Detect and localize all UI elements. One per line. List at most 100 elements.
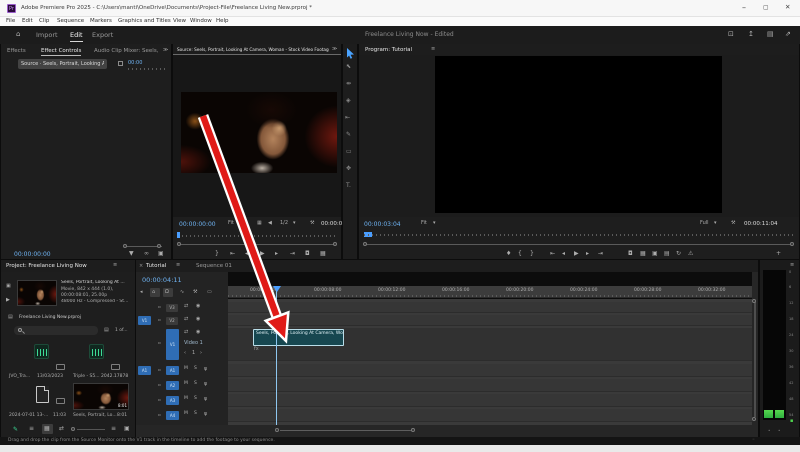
track-v1-header[interactable]: ▫ V1 ⇄ ◉ Video 1 ‹ 1 › bbox=[136, 328, 228, 361]
rect-tool[interactable]: ▭ bbox=[346, 149, 352, 155]
dropdown-icon[interactable]: ▾ bbox=[240, 221, 243, 226]
track-a3-header[interactable]: ▫ A3 M S ψ bbox=[136, 394, 228, 407]
program-zoom-right[interactable] bbox=[790, 242, 794, 246]
eye-icon[interactable]: ◉ bbox=[196, 317, 200, 322]
panel-menu-icon[interactable]: ≡ bbox=[790, 263, 794, 268]
track-target-v3[interactable]: V3 bbox=[166, 304, 178, 312]
program-scrubber[interactable] bbox=[364, 234, 794, 236]
grid-icon[interactable]: ▦ bbox=[257, 221, 262, 226]
tab-effect-controls[interactable]: Effect Controls bbox=[41, 48, 82, 56]
track-v3-content[interactable] bbox=[228, 302, 752, 313]
nav-next[interactable]: › bbox=[200, 351, 202, 356]
res-dropdown[interactable]: 1/2 bbox=[280, 221, 288, 226]
mic-icon[interactable]: ψ bbox=[204, 412, 207, 417]
solo-button[interactable]: S bbox=[194, 396, 197, 402]
tab-effects[interactable]: Effects bbox=[7, 48, 26, 54]
program-video-frame[interactable] bbox=[435, 56, 722, 213]
extract-icon[interactable]: ▦ bbox=[640, 251, 646, 257]
timeline-hscrollbar[interactable] bbox=[136, 425, 758, 437]
program-zoom-left[interactable] bbox=[363, 242, 367, 246]
track-v2-header[interactable]: V1 ▫ V2 ⇄ ◉ bbox=[136, 315, 228, 326]
sort-icon[interactable]: ≡ bbox=[111, 426, 116, 432]
dropdown-icon[interactable]: ▾ bbox=[433, 221, 436, 226]
timeline-clip[interactable]: Seels, Portrait, Looking At Camera, Woma… bbox=[253, 329, 344, 346]
folder-icon[interactable]: ▤ bbox=[104, 328, 109, 333]
source-patch-v1[interactable]: V1 bbox=[138, 316, 151, 325]
cc-icon[interactable]: ▭ bbox=[207, 290, 212, 295]
hand-tool[interactable]: ✥ bbox=[346, 166, 351, 172]
in-icon[interactable]: { bbox=[518, 251, 522, 257]
menu-markers[interactable]: Markers bbox=[90, 18, 112, 24]
overflow-icon[interactable]: ≫ bbox=[332, 47, 337, 52]
timeline-vscrollbar[interactable] bbox=[752, 272, 758, 431]
track-target-a2[interactable]: A2 bbox=[166, 381, 179, 390]
prev-frame-icon[interactable]: ◂ bbox=[245, 251, 248, 257]
mic-icon[interactable]: ψ bbox=[204, 397, 207, 402]
source-zoom-left[interactable] bbox=[177, 242, 181, 246]
close-button[interactable]: ✕ bbox=[785, 3, 790, 11]
track-v3-header[interactable]: ▫ V3 ⇄ ◉ bbox=[136, 302, 228, 313]
icon-view-button[interactable]: ▦ bbox=[42, 424, 53, 434]
bin-name[interactable]: Freelance Living New.prproj bbox=[19, 315, 81, 320]
tab-edit[interactable]: Edit bbox=[70, 31, 83, 42]
timeline-timecode[interactable]: 00:00:04:11 bbox=[142, 276, 182, 284]
timeline-tab-tutorial[interactable]: Tutorial bbox=[146, 263, 166, 269]
play-icon[interactable]: ▶ bbox=[260, 251, 265, 257]
back-icon[interactable]: ◀ bbox=[268, 221, 272, 226]
mute-button[interactable]: M bbox=[184, 411, 188, 417]
export-frame-icon[interactable]: ▣ bbox=[652, 251, 658, 257]
dropdown-icon[interactable]: ▾ bbox=[293, 221, 296, 226]
item-name[interactable]: JVO_Tra... bbox=[9, 374, 30, 379]
step-fwd-icon[interactable]: ⇥ bbox=[290, 251, 295, 257]
overflow-icon[interactable]: ≫ bbox=[163, 48, 168, 53]
source-scrubber[interactable] bbox=[182, 235, 337, 237]
tab-import[interactable]: Import bbox=[36, 31, 58, 39]
next-frame-icon[interactable]: ▸ bbox=[586, 251, 589, 257]
project-tab[interactable]: Project: Freelance Living Now bbox=[6, 263, 87, 269]
track-select-tool[interactable]: ⬉ bbox=[346, 64, 351, 70]
menu-clip[interactable]: Clip bbox=[39, 18, 49, 24]
menu-sequence[interactable]: Sequence bbox=[57, 18, 84, 24]
lock-icon[interactable]: ▫ bbox=[158, 368, 161, 372]
share-icon[interactable]: ↥ bbox=[748, 30, 754, 38]
prev-frame-icon[interactable]: ◂ bbox=[562, 251, 565, 257]
audio-meters-panel[interactable]: ≡ 0 6 12 18 24 30 36 42 48 54 ▪ • • bbox=[760, 260, 799, 437]
razor-tool[interactable]: ◈ bbox=[346, 98, 351, 104]
track-v2-content[interactable] bbox=[228, 315, 752, 326]
sync-icon[interactable]: ⇄ bbox=[184, 330, 188, 335]
menu-graphics[interactable]: Graphics and Titles bbox=[118, 18, 171, 24]
menu-window[interactable]: Window bbox=[190, 18, 212, 24]
step-back-icon[interactable]: ⇤ bbox=[230, 251, 235, 257]
solo-button[interactable]: S bbox=[194, 381, 197, 387]
mute-button[interactable]: M bbox=[184, 366, 188, 372]
step-fwd-icon[interactable]: ⇥ bbox=[598, 251, 603, 257]
track-target-v2[interactable]: V2 bbox=[166, 317, 178, 325]
pen-tool[interactable]: ✎ bbox=[346, 132, 351, 138]
marker-icon[interactable]: ♦ bbox=[506, 251, 511, 257]
step-back-icon[interactable]: ⇤ bbox=[550, 251, 555, 257]
track-target-v1[interactable]: V1 bbox=[166, 329, 179, 360]
nav-prev[interactable]: ‹ bbox=[184, 351, 186, 356]
lock-icon[interactable]: ▫ bbox=[158, 413, 161, 417]
next-frame-icon[interactable]: ▸ bbox=[275, 251, 278, 257]
source-video-frame[interactable] bbox=[181, 92, 337, 173]
audio-file-icon[interactable] bbox=[34, 344, 49, 359]
program-timecode[interactable]: 00:00:03:04 bbox=[364, 221, 401, 228]
video-thumbnail[interactable]: 8:01 bbox=[73, 383, 129, 410]
item-name[interactable]: Triple - S5... bbox=[73, 374, 100, 379]
tab-audio-clip-mixer[interactable]: Audio Clip Mixer: Seels, Portrait, Look bbox=[94, 48, 160, 54]
track-a1-content[interactable] bbox=[228, 364, 752, 377]
zoom-slider[interactable] bbox=[77, 429, 105, 430]
compare-icon[interactable]: ▤ bbox=[664, 251, 670, 257]
timeline-wrench-icon[interactable]: ⚒ bbox=[193, 290, 197, 295]
mute-button[interactable]: M bbox=[184, 396, 188, 402]
track-target-a4[interactable]: A4 bbox=[166, 411, 179, 420]
source-zoom-right[interactable] bbox=[333, 242, 337, 246]
item-name[interactable]: Seels, Portrait, Lo... bbox=[73, 413, 117, 418]
master-checkbox[interactable] bbox=[118, 61, 123, 66]
play-icon[interactable]: ▶ bbox=[574, 251, 579, 257]
fullscreen-icon[interactable]: ⇗ bbox=[785, 30, 791, 38]
dropdown-icon[interactable]: ▾ bbox=[714, 221, 717, 226]
track-a3-content[interactable] bbox=[228, 394, 752, 407]
preview-thumbnail[interactable] bbox=[17, 280, 57, 306]
